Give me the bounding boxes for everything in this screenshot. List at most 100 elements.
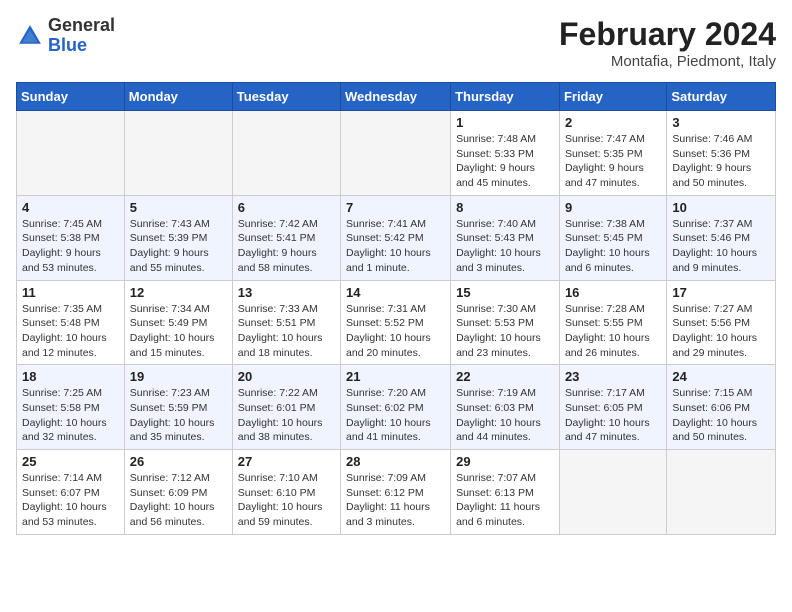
calendar-cell: 15 Sunrise: 7:30 AM Sunset: 5:53 PM Dayli…	[451, 280, 560, 365]
calendar-week-row: 4 Sunrise: 7:45 AM Sunset: 5:38 PM Daylig…	[17, 195, 776, 280]
day-info: Sunrise: 7:38 AM Sunset: 5:45 PM Dayligh…	[565, 217, 661, 276]
calendar-cell: 24 Sunrise: 7:15 AM Sunset: 6:06 PM Dayli…	[667, 365, 776, 450]
day-number: 27	[238, 454, 335, 469]
day-info: Sunrise: 7:37 AM Sunset: 5:46 PM Dayligh…	[672, 217, 770, 276]
calendar-cell: 21 Sunrise: 7:20 AM Sunset: 6:02 PM Dayli…	[341, 365, 451, 450]
calendar-cell: 16Sunrise: 7:28 AM Sunset: 5:55 PM Dayli…	[559, 280, 666, 365]
day-number: 15	[456, 285, 554, 300]
day-number: 22	[456, 369, 554, 384]
calendar-cell: 29 Sunrise: 7:07 AM Sunset: 6:13 PM Dayli…	[451, 450, 560, 535]
calendar-week-row: 25 Sunrise: 7:14 AM Sunset: 6:07 PM Dayli…	[17, 450, 776, 535]
calendar-cell	[17, 111, 125, 196]
day-number: 8	[456, 200, 554, 215]
day-info: Sunrise: 7:14 AM Sunset: 6:07 PM Dayligh…	[22, 471, 119, 530]
day-number: 28	[346, 454, 445, 469]
day-number: 26	[130, 454, 227, 469]
day-number: 5	[130, 200, 227, 215]
day-info: Sunrise: 7:15 AM Sunset: 6:06 PM Dayligh…	[672, 386, 770, 445]
calendar-cell: 13 Sunrise: 7:33 AM Sunset: 5:51 PM Dayli…	[232, 280, 340, 365]
calendar-cell: 3 Sunrise: 7:46 AM Sunset: 5:36 PM Daylig…	[667, 111, 776, 196]
day-info: Sunrise: 7:27 AM Sunset: 5:56 PM Dayligh…	[672, 302, 770, 361]
day-number: 13	[238, 285, 335, 300]
logo-icon	[16, 22, 44, 50]
calendar-cell: 20Sunrise: 7:22 AM Sunset: 6:01 PM Dayli…	[232, 365, 340, 450]
calendar-cell: 12 Sunrise: 7:34 AM Sunset: 5:49 PM Dayli…	[124, 280, 232, 365]
day-info: Sunrise: 7:40 AM Sunset: 5:43 PM Dayligh…	[456, 217, 554, 276]
day-number: 24	[672, 369, 770, 384]
day-number: 9	[565, 200, 661, 215]
weekday-header: Thursday	[451, 83, 560, 111]
calendar-cell	[559, 450, 666, 535]
calendar-cell: 27 Sunrise: 7:10 AM Sunset: 6:10 PM Dayli…	[232, 450, 340, 535]
calendar-cell: 18 Sunrise: 7:25 AM Sunset: 5:58 PM Dayli…	[17, 365, 125, 450]
calendar-cell: 17Sunrise: 7:27 AM Sunset: 5:56 PM Dayli…	[667, 280, 776, 365]
calendar-cell: 2 Sunrise: 7:47 AM Sunset: 5:35 PM Daylig…	[559, 111, 666, 196]
day-number: 10	[672, 200, 770, 215]
day-info: Sunrise: 7:43 AM Sunset: 5:39 PM Dayligh…	[130, 217, 227, 276]
day-info: Sunrise: 7:10 AM Sunset: 6:10 PM Dayligh…	[238, 471, 335, 530]
day-info: Sunrise: 7:23 AM Sunset: 5:59 PM Dayligh…	[130, 386, 227, 445]
page-header: General Blue February 2024 Montafia, Pie…	[16, 16, 776, 70]
day-info: Sunrise: 7:31 AM Sunset: 5:52 PM Dayligh…	[346, 302, 445, 361]
day-info: Sunrise: 7:30 AM Sunset: 5:53 PM Dayligh…	[456, 302, 554, 361]
calendar-cell: 11 Sunrise: 7:35 AM Sunset: 5:48 PM Dayli…	[17, 280, 125, 365]
calendar-cell: 4 Sunrise: 7:45 AM Sunset: 5:38 PM Daylig…	[17, 195, 125, 280]
day-number: 2	[565, 115, 661, 130]
calendar-week-row: 11 Sunrise: 7:35 AM Sunset: 5:48 PM Dayli…	[17, 280, 776, 365]
calendar-cell: 5 Sunrise: 7:43 AM Sunset: 5:39 PM Daylig…	[124, 195, 232, 280]
weekday-header: Sunday	[17, 83, 125, 111]
day-number: 4	[22, 200, 119, 215]
day-number: 7	[346, 200, 445, 215]
day-number: 11	[22, 285, 119, 300]
logo-general-text: General	[48, 15, 115, 35]
calendar-cell	[232, 111, 340, 196]
day-number: 12	[130, 285, 227, 300]
calendar-cell: 23 Sunrise: 7:17 AM Sunset: 6:05 PM Dayli…	[559, 365, 666, 450]
day-info: Sunrise: 7:19 AM Sunset: 6:03 PM Dayligh…	[456, 386, 554, 445]
calendar-cell: 9 Sunrise: 7:38 AM Sunset: 5:45 PM Daylig…	[559, 195, 666, 280]
day-info: Sunrise: 7:25 AM Sunset: 5:58 PM Dayligh…	[22, 386, 119, 445]
day-info: Sunrise: 7:45 AM Sunset: 5:38 PM Dayligh…	[22, 217, 119, 276]
logo: General Blue	[16, 16, 115, 56]
day-number: 25	[22, 454, 119, 469]
day-info: Sunrise: 7:33 AM Sunset: 5:51 PM Dayligh…	[238, 302, 335, 361]
day-number: 6	[238, 200, 335, 215]
day-number: 18	[22, 369, 119, 384]
day-number: 16	[565, 285, 661, 300]
calendar-cell: 22 Sunrise: 7:19 AM Sunset: 6:03 PM Dayli…	[451, 365, 560, 450]
calendar-cell	[124, 111, 232, 196]
day-number: 29	[456, 454, 554, 469]
day-number: 14	[346, 285, 445, 300]
calendar-week-row: 1Sunrise: 7:48 AM Sunset: 5:33 PM Daylig…	[17, 111, 776, 196]
location-subtitle: Montafia, Piedmont, Italy	[559, 53, 776, 70]
weekday-header-row: SundayMondayTuesdayWednesdayThursdayFrid…	[17, 83, 776, 111]
logo-blue-text: Blue	[48, 35, 87, 55]
day-number: 19	[130, 369, 227, 384]
day-info: Sunrise: 7:07 AM Sunset: 6:13 PM Dayligh…	[456, 471, 554, 530]
calendar-cell: 28Sunrise: 7:09 AM Sunset: 6:12 PM Dayli…	[341, 450, 451, 535]
day-number: 23	[565, 369, 661, 384]
weekday-header: Friday	[559, 83, 666, 111]
calendar-cell: 7Sunrise: 7:41 AM Sunset: 5:42 PM Daylig…	[341, 195, 451, 280]
day-info: Sunrise: 7:47 AM Sunset: 5:35 PM Dayligh…	[565, 132, 661, 191]
day-info: Sunrise: 7:22 AM Sunset: 6:01 PM Dayligh…	[238, 386, 335, 445]
calendar-cell: 1Sunrise: 7:48 AM Sunset: 5:33 PM Daylig…	[451, 111, 560, 196]
day-info: Sunrise: 7:17 AM Sunset: 6:05 PM Dayligh…	[565, 386, 661, 445]
calendar-cell: 14 Sunrise: 7:31 AM Sunset: 5:52 PM Dayli…	[341, 280, 451, 365]
day-info: Sunrise: 7:46 AM Sunset: 5:36 PM Dayligh…	[672, 132, 770, 191]
calendar-table: SundayMondayTuesdayWednesdayThursdayFrid…	[16, 82, 776, 535]
calendar-cell: 10 Sunrise: 7:37 AM Sunset: 5:46 PM Dayli…	[667, 195, 776, 280]
calendar-cell: 26 Sunrise: 7:12 AM Sunset: 6:09 PM Dayli…	[124, 450, 232, 535]
calendar-cell	[667, 450, 776, 535]
day-info: Sunrise: 7:42 AM Sunset: 5:41 PM Dayligh…	[238, 217, 335, 276]
day-number: 21	[346, 369, 445, 384]
day-info: Sunrise: 7:20 AM Sunset: 6:02 PM Dayligh…	[346, 386, 445, 445]
day-info: Sunrise: 7:35 AM Sunset: 5:48 PM Dayligh…	[22, 302, 119, 361]
calendar-cell	[341, 111, 451, 196]
calendar-cell: 8 Sunrise: 7:40 AM Sunset: 5:43 PM Daylig…	[451, 195, 560, 280]
day-info: Sunrise: 7:34 AM Sunset: 5:49 PM Dayligh…	[130, 302, 227, 361]
day-info: Sunrise: 7:12 AM Sunset: 6:09 PM Dayligh…	[130, 471, 227, 530]
weekday-header: Tuesday	[232, 83, 340, 111]
day-number: 3	[672, 115, 770, 130]
calendar-cell: 6 Sunrise: 7:42 AM Sunset: 5:41 PM Daylig…	[232, 195, 340, 280]
